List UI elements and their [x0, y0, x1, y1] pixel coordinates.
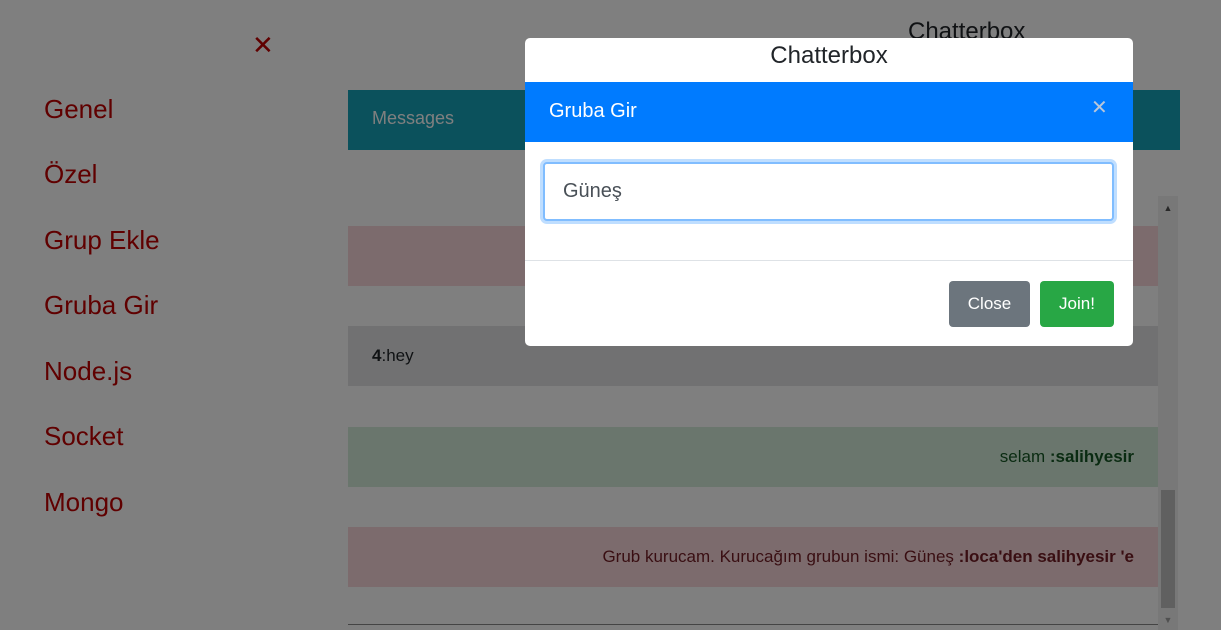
join-button[interactable]: Join! — [1040, 281, 1114, 327]
modal-title: Gruba Gir — [549, 100, 637, 122]
group-name-input[interactable] — [543, 162, 1114, 221]
close-icon[interactable]: ✕ — [1091, 98, 1108, 118]
modal-header: Gruba Gir ✕ — [525, 82, 1133, 142]
modal-app-title: Chatterbox — [770, 42, 888, 69]
modal-footer-divider — [525, 260, 1133, 261]
join-group-modal: Chatterbox Gruba Gir ✕ Close Join! — [525, 38, 1133, 346]
close-button[interactable]: Close — [949, 281, 1030, 327]
